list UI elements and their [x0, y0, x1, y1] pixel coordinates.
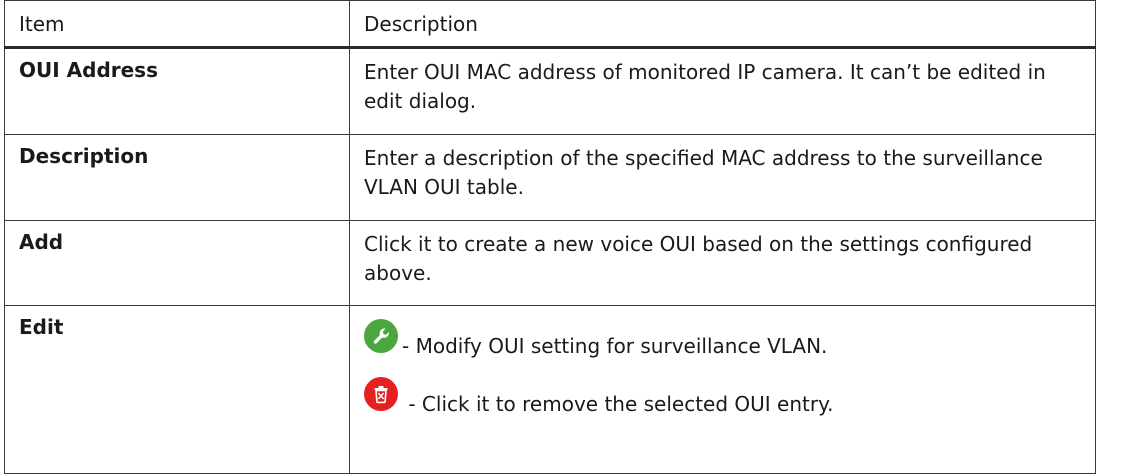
item-add: Add — [4, 220, 350, 306]
item-description: Description — [4, 134, 350, 221]
item-description-table: Item Description OUI Address Enter OUI M… — [4, 0, 1096, 474]
desc-add: Click it to create a new voice OUI based… — [349, 220, 1096, 306]
trash-icon[interactable] — [364, 377, 398, 411]
delete-description: - Click it to remove the selected OUI en… — [402, 392, 834, 416]
edit-action-line: - Modify OUI setting for surveillance VL… — [364, 315, 1081, 358]
delete-action-line: - Click it to remove the selected OUI en… — [364, 353, 1081, 416]
item-oui-address: OUI Address — [4, 47, 350, 135]
desc-oui-address: Enter OUI MAC address of monitored IP ca… — [349, 47, 1096, 135]
desc-edit: - Modify OUI setting for surveillance VL… — [349, 305, 1096, 474]
wrench-icon[interactable] — [364, 319, 398, 353]
table-header-row: Item Description — [4, 0, 1096, 48]
item-edit: Edit — [4, 305, 350, 474]
table-row: Add Click it to create a new voice OUI b… — [4, 220, 1096, 306]
desc-description: Enter a description of the specified MAC… — [349, 134, 1096, 221]
table-row: OUI Address Enter OUI MAC address of mon… — [4, 47, 1096, 135]
header-description: Description — [349, 0, 1096, 48]
header-item: Item — [4, 0, 350, 48]
table-row: Edit - Modify OUI setting for surveillan… — [4, 305, 1096, 474]
edit-description: - Modify OUI setting for surveillance VL… — [402, 334, 828, 358]
table-row: Description Enter a description of the s… — [4, 134, 1096, 221]
